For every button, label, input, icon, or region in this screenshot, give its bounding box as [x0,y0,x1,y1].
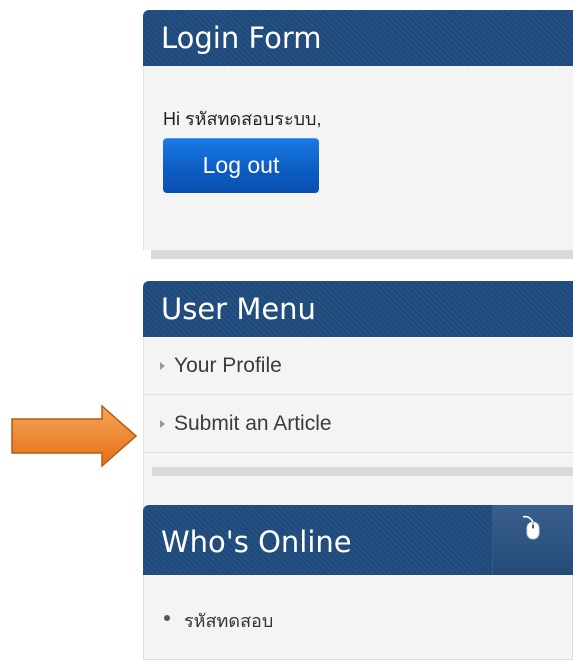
menu-item-submit-article[interactable]: Submit an Article [144,395,573,453]
bullet-arrow-icon [160,361,165,370]
greeting-text: Hi รหัสทดสอบระบบ, [163,109,322,129]
orange-arrow-icon [11,404,138,468]
whos-online-header: Who's Online [143,505,573,575]
module-bottom-divider [151,250,573,259]
menu-item-your-profile[interactable]: Your Profile [144,337,573,395]
whos-online-body: รหัสทดสอบ [143,575,573,660]
login-form-body: Hi รหัสทดสอบระบบ, Log out [143,66,573,250]
bullet-arrow-icon [160,419,165,428]
mouse-icon-box [492,505,573,575]
user-menu-module: User Menu Your Profile Submit an Article [143,281,573,520]
online-user-list: รหัสทดสอบ [144,575,572,635]
whos-online-module: Who's Online รหัสทดสอบ [143,505,573,660]
online-user-item[interactable]: รหัสทดสอบ [164,606,572,635]
user-menu-body: Your Profile Submit an Article [143,337,573,520]
login-form-module: Login Form Hi รหัสทดสอบระบบ, Log out [143,10,573,259]
whos-online-title: Who's Online [161,525,352,559]
user-menu-title: User Menu [143,281,573,337]
logout-button[interactable]: Log out [163,138,319,193]
menu-item-label: Submit an Article [174,412,332,435]
menu-item-label: Your Profile [174,354,282,377]
module-bottom-divider [152,467,573,476]
mouse-icon [522,515,540,540]
login-form-title: Login Form [143,10,573,66]
